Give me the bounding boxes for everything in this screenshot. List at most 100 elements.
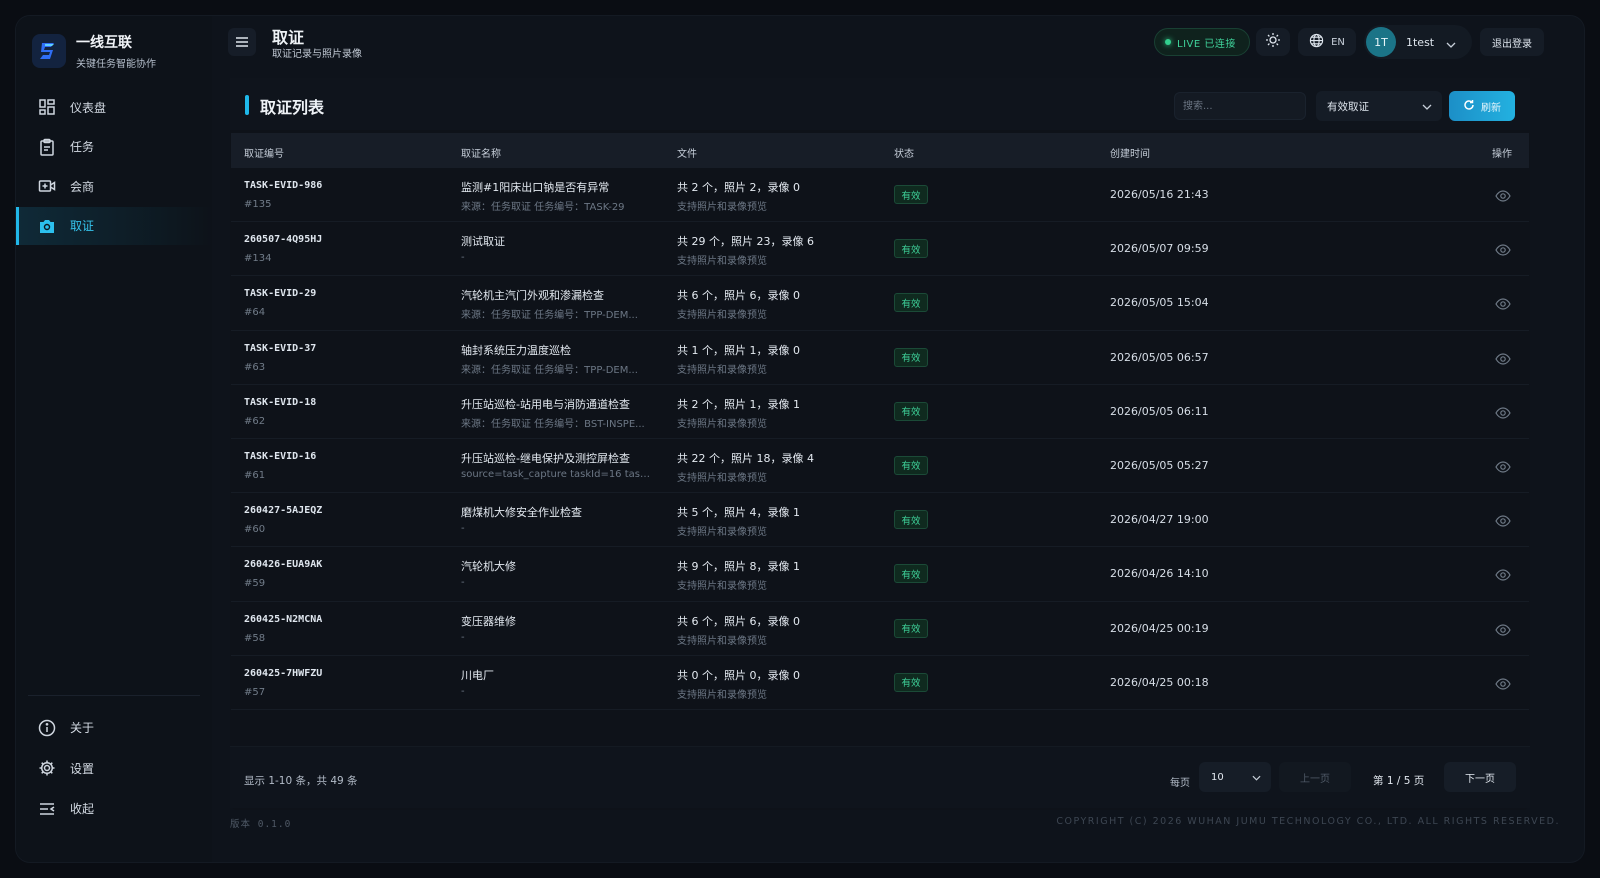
per-page-select[interactable]: 10 [1199,762,1271,792]
created-time: 2026/05/05 05:27 [1110,458,1209,472]
live-status-label: LIVE 已连接 [1177,38,1236,50]
sidebar-nav: 仪表盘 任务 会商 取证 [16,88,212,246]
refresh-icon [1463,99,1481,114]
evidence-number: #57 [244,686,266,698]
camera-icon [38,217,56,235]
table-row[interactable]: 260427-5AJEQZ #60 磨煤机大修安全作业检查 - 共 5 个，照片… [231,493,1529,548]
created-time: 2026/04/27 19:00 [1110,513,1209,527]
status-badge: 有效 [894,455,928,475]
table-row[interactable]: TASK-EVID-29 #64 汽轮机主汽门外观和渗漏检查 来源：任务取证 任… [231,276,1529,331]
view-eye-icon[interactable] [1495,622,1511,636]
column-header: 操作 [1492,149,1512,160]
table-row[interactable]: TASK-EVID-16 #61 升压站巡检-继电保护及测控屏检查 source… [231,439,1529,494]
column-header[interactable]: 文件 [677,145,697,160]
card-title: 取证列表 [260,98,325,117]
status-badge: 有效 [894,185,928,204]
status-badge: 有效 [894,564,928,584]
evidence-number: #58 [244,632,266,644]
logout-button[interactable]: 退出登录 [1480,28,1544,56]
sidebar-item-consult[interactable]: 会商 [16,167,212,205]
brand[interactable]: 一线互联 关键任务智能协作 [32,32,156,70]
language-button[interactable]: EN [1298,28,1356,56]
view-eye-icon[interactable] [1495,676,1511,690]
sidebar-item-label: 会商 [70,179,95,194]
file-hint: 支持照片和录像预览 [677,689,767,701]
evidence-name: 轴封系统压力温度巡检 [461,343,571,357]
info-icon [38,719,56,737]
table-header: 取证编号 取证名称 文件 状态 创建时间 操作 [231,133,1529,168]
view-eye-icon[interactable] [1495,188,1511,202]
column-header[interactable]: 取证名称 [461,145,501,160]
sidebar-item-settings[interactable]: 设置 [16,749,212,788]
column-header[interactable]: 创建时间 [1110,145,1150,160]
evidence-source: - [461,631,465,643]
sidebar-item-label: 仪表盘 [70,100,107,115]
evidence-number: #60 [244,524,266,536]
evidence-card: 取证列表 有效取证 刷新 取证编号 取证名称 文件 状态 创建时间 操作 [230,78,1530,810]
evidence-number: #59 [244,578,266,590]
column-header[interactable]: 取证编号 [244,145,284,160]
created-time: 2026/05/07 09:59 [1110,242,1209,256]
evidence-number: #61 [244,469,266,481]
sidebar-item-dashboard[interactable]: 仪表盘 [16,88,212,126]
card-header: 取证列表 有效取证 刷新 [230,78,1530,130]
file-count: 共 0 个，照片 0，录像 0 [677,668,800,682]
created-time: 2026/05/05 06:11 [1110,404,1209,418]
evidence-source: - [461,577,465,589]
globe-icon [1309,33,1331,51]
prev-page-button[interactable]: 上一页 [1279,762,1351,792]
view-eye-icon[interactable] [1495,567,1511,581]
file-hint: 支持照片和录像预览 [677,472,767,484]
chevron-down-icon [1422,101,1432,113]
table-row[interactable]: 260425-N2MCNA #58 变压器维修 - 共 6 个，照片 6，录像 … [231,602,1529,656]
refresh-label: 刷新 [1481,102,1501,114]
sidebar-item-collapse[interactable]: 收起 [16,789,212,828]
evidence-code: 260507-4Q95HJ [244,234,323,246]
view-eye-icon[interactable] [1495,351,1511,365]
status-filter-value: 有效取证 [1327,100,1369,113]
evidence-name: 升压站巡检-继电保护及测控屏检查 [461,451,630,465]
file-hint: 支持照片和录像预览 [677,635,767,647]
status-badge: 有效 [894,239,928,259]
column-header[interactable]: 状态 [894,145,914,160]
evidence-code: TASK-EVID-37 [244,342,317,354]
chevron-down-icon [1446,33,1456,52]
search-input[interactable] [1174,92,1306,120]
sidebar-item-tasks[interactable]: 任务 [16,128,212,166]
view-eye-icon[interactable] [1495,242,1511,256]
evidence-number: #62 [244,415,266,427]
menu-toggle-button[interactable] [228,28,256,56]
next-page-button[interactable]: 下一页 [1444,762,1516,792]
file-count: 共 22 个，照片 18，录像 4 [677,451,814,465]
table-row[interactable]: 260426-EUA9AK #59 汽轮机大修 - 共 9 个，照片 8，录像 … [231,547,1529,602]
status-filter-select[interactable]: 有效取证 [1316,91,1442,121]
evidence-code: TASK-EVID-18 [244,396,317,408]
sidebar-item-about[interactable]: 关于 [16,708,212,747]
sidebar-item-label: 设置 [70,761,95,776]
table-row[interactable]: TASK-EVID-986 #135 监测#1阳床出口钠是否有异常 来源：任务取… [231,168,1529,223]
table-row[interactable]: TASK-EVID-37 #63 轴封系统压力温度巡检 来源：任务取证 任务编号… [231,331,1529,385]
file-count: 共 6 个，照片 6，录像 0 [677,614,800,628]
live-status-badge: LIVE 已连接 [1154,28,1250,56]
view-eye-icon[interactable] [1495,459,1511,473]
file-hint: 支持照片和录像预览 [677,581,767,593]
view-eye-icon[interactable] [1495,405,1511,419]
theme-toggle-button[interactable] [1256,28,1290,56]
refresh-button[interactable]: 刷新 [1449,91,1515,121]
table-row[interactable]: 260425-7HWFZU #57 川电厂 - 共 0 个，照片 0，录像 0 … [231,656,1529,710]
status-badge: 有效 [894,401,928,421]
evidence-code: TASK-EVID-29 [244,288,317,300]
created-time: 2026/04/25 00:18 [1110,675,1209,689]
view-eye-icon[interactable] [1495,513,1511,527]
file-count: 共 6 个，照片 6，录像 0 [677,289,800,303]
user-menu[interactable]: 1T 1test [1364,25,1472,59]
table-row[interactable]: TASK-EVID-18 #62 升压站巡检-站用电与消防通道检查 来源：任务取… [231,385,1529,439]
version-label: 版本 0.1.0 [230,819,292,830]
table-row[interactable]: 260507-4Q95HJ #134 测试取证 - 共 29 个，照片 23，录… [231,222,1529,277]
language-label: EN [1331,36,1345,48]
video-call-icon [38,177,56,195]
created-time: 2026/04/25 00:19 [1110,621,1209,635]
view-eye-icon[interactable] [1495,296,1511,310]
sidebar-item-evidence[interactable]: 取证 [16,206,212,245]
top-header: 取证 取证记录与照片录像 LIVE 已连接 EN 1T 1test 退出登录 [212,16,1584,72]
